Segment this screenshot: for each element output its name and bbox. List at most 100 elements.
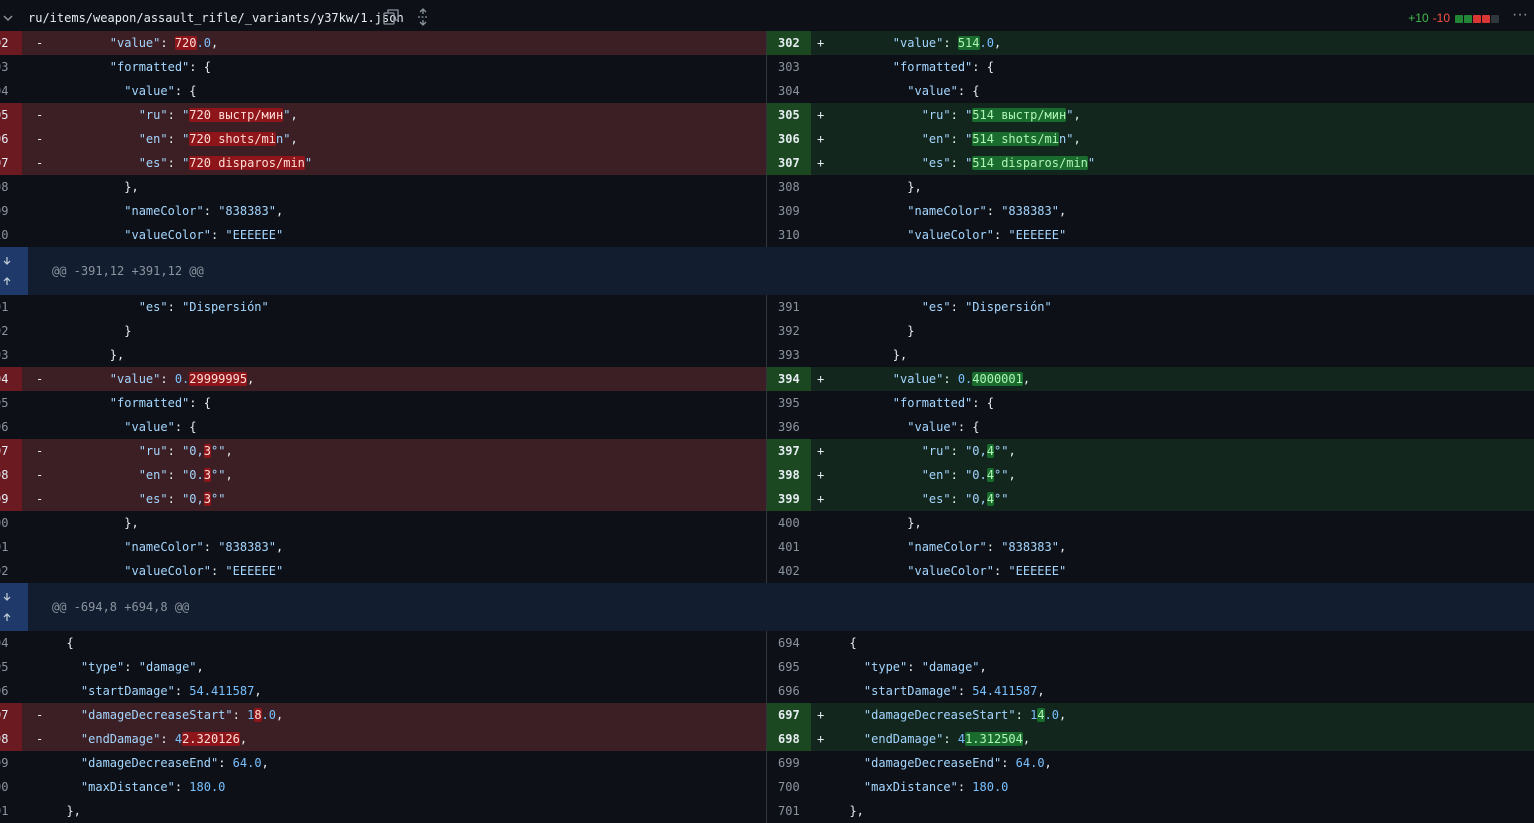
expand-up-icon[interactable]: [2, 612, 12, 622]
old-line-number[interactable]: 95: [0, 391, 22, 415]
old-line-number[interactable]: 10: [0, 223, 22, 247]
old-line-code: {: [52, 636, 74, 650]
new-line-number[interactable]: 307: [767, 151, 811, 175]
old-line-number[interactable]: 98: [0, 463, 22, 487]
new-line-number[interactable]: 697: [767, 703, 811, 727]
new-line-number[interactable]: 303: [767, 55, 811, 79]
diff-row: 96 "startDamage": 54.411587,696 "startDa…: [0, 679, 1534, 703]
expand-down-icon[interactable]: [2, 592, 12, 602]
addition-marker: +: [817, 156, 825, 170]
old-line-number[interactable]: 00: [0, 511, 22, 535]
new-line-number[interactable]: 696: [767, 679, 811, 703]
additions-count: +10: [1408, 11, 1429, 25]
new-line-number[interactable]: 309: [767, 199, 811, 223]
old-line-number[interactable]: 96: [0, 679, 22, 703]
new-line-number[interactable]: 310: [767, 223, 811, 247]
old-line-number[interactable]: 07: [0, 151, 22, 175]
expand-all-icon[interactable]: [415, 8, 431, 26]
expand-down-icon[interactable]: [2, 256, 12, 266]
new-line-number[interactable]: 694: [767, 631, 811, 655]
expand-up-icon[interactable]: [2, 276, 12, 286]
more-options-button[interactable]: ···: [1508, 6, 1532, 28]
diff-row: 02- "value": 720.0,302+ "value": 514.0,: [0, 31, 1534, 55]
new-line-number[interactable]: 400: [767, 511, 811, 535]
file-path[interactable]: ru/items/weapon/assault_rifle/_variants/…: [28, 11, 404, 25]
old-line-number[interactable]: 02: [0, 559, 22, 583]
old-line-number[interactable]: 91: [0, 295, 22, 319]
old-line-number[interactable]: 98: [0, 727, 22, 751]
old-line-number[interactable]: 03: [0, 55, 22, 79]
copy-icon[interactable]: [382, 8, 400, 26]
old-line-number[interactable]: 94: [0, 367, 22, 391]
old-line-number[interactable]: 05: [0, 103, 22, 127]
diff-row: 01 "nameColor": "838383",401 "nameColor"…: [0, 535, 1534, 559]
expand-hunk-button[interactable]: [0, 583, 28, 631]
new-line-number[interactable]: 392: [767, 319, 811, 343]
new-line: 394 + "value": 0.4000001,: [767, 367, 1534, 391]
old-line-number[interactable]: 94: [0, 631, 22, 655]
new-line-number[interactable]: 391: [767, 295, 811, 319]
new-line-number[interactable]: 698: [767, 727, 811, 751]
old-line: 96 "value": {: [0, 415, 766, 439]
old-line-number[interactable]: 93: [0, 343, 22, 367]
new-line-number[interactable]: 395: [767, 391, 811, 415]
new-line-code: "valueColor": "EEEEEE": [907, 228, 1067, 242]
old-line: 94- "value": 0.29999995,: [0, 367, 766, 391]
old-line: 00 "maxDistance": 180.0: [0, 775, 766, 799]
old-line-number[interactable]: 04: [0, 79, 22, 103]
new-line-number[interactable]: 306: [767, 127, 811, 151]
diff-row: 99 "damageDecreaseEnd": 64.0,699 "damage…: [0, 751, 1534, 775]
new-line-number[interactable]: 304: [767, 79, 811, 103]
old-line-number[interactable]: 02: [0, 31, 22, 55]
new-line-number[interactable]: 302: [767, 31, 811, 55]
old-line-number[interactable]: 97: [0, 703, 22, 727]
diff-row: 91 "es": "Dispersión"391 "es": "Dispersi…: [0, 295, 1534, 319]
old-line-number[interactable]: 95: [0, 655, 22, 679]
new-line-code: },: [835, 516, 922, 530]
new-line-number[interactable]: 700: [767, 775, 811, 799]
addition-marker: +: [817, 492, 825, 506]
new-line-number[interactable]: 399: [767, 487, 811, 511]
old-line-number[interactable]: 99: [0, 487, 22, 511]
new-line-number[interactable]: 394: [767, 367, 811, 391]
diff-row: 99- "es": "0,3°"399+ "es": "0,4°": [0, 487, 1534, 511]
old-line-number[interactable]: 01: [0, 799, 22, 823]
new-line-number[interactable]: 398: [767, 463, 811, 487]
old-line-code: }: [52, 324, 132, 338]
chevron-down-icon[interactable]: [2, 12, 14, 24]
addition-marker: +: [817, 444, 825, 458]
expand-hunk-button[interactable]: [0, 247, 28, 295]
new-line-number[interactable]: 308: [767, 175, 811, 199]
new-line-number[interactable]: 699: [767, 751, 811, 775]
old-line-number[interactable]: 00: [0, 775, 22, 799]
new-line: 699 "damageDecreaseEnd": 64.0,: [767, 751, 1534, 775]
old-line-number[interactable]: 97: [0, 439, 22, 463]
old-line-code: },: [52, 804, 81, 818]
new-line-code: "valueColor": "EEEEEE": [907, 564, 1067, 578]
new-line-number[interactable]: 397: [767, 439, 811, 463]
new-line: 694 {: [767, 631, 1534, 655]
old-line-code: "valueColor": "EEEEEE": [124, 564, 284, 578]
new-line-number[interactable]: 401: [767, 535, 811, 559]
new-line-code: {: [835, 636, 857, 650]
new-line-number[interactable]: 695: [767, 655, 811, 679]
addition-marker: +: [817, 708, 825, 722]
old-line-number[interactable]: 08: [0, 175, 22, 199]
old-line-number[interactable]: 06: [0, 127, 22, 151]
new-line-number[interactable]: 393: [767, 343, 811, 367]
old-line: 97- "ru": "0,3°",: [0, 439, 766, 463]
new-line-code: "damageDecreaseStart": 14.0,: [863, 708, 1067, 722]
new-line-number[interactable]: 701: [767, 799, 811, 823]
old-line-number[interactable]: 99: [0, 751, 22, 775]
diff-row: 07- "es": "720 disparos/min"307+ "es": "…: [0, 151, 1534, 175]
old-line-number[interactable]: 96: [0, 415, 22, 439]
addition-marker: +: [817, 372, 825, 386]
new-line-number[interactable]: 402: [767, 559, 811, 583]
new-line-number[interactable]: 305: [767, 103, 811, 127]
new-line-number[interactable]: 396: [767, 415, 811, 439]
old-line-number[interactable]: 01: [0, 535, 22, 559]
old-line-number[interactable]: 92: [0, 319, 22, 343]
old-line: 91 "es": "Dispersión": [0, 295, 766, 319]
old-line: 07- "es": "720 disparos/min": [0, 151, 766, 175]
old-line-number[interactable]: 09: [0, 199, 22, 223]
